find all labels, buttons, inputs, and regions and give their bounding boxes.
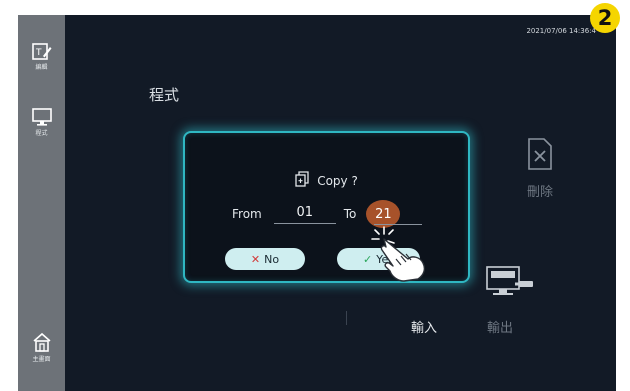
timestamp: 2021/07/06 14:36:4	[526, 27, 596, 35]
export-button[interactable]: 輸出	[487, 317, 513, 336]
home-icon	[31, 331, 53, 353]
page-title: 程式	[149, 86, 180, 104]
sidebar-item-label: 編輯	[35, 64, 48, 71]
app-screen: T 編輯 程式 主畫面 2021/07/06 14:36:4 程式 刪除 輸入 …	[18, 15, 616, 391]
from-field[interactable]: 01	[273, 205, 336, 224]
export-usb-icon[interactable]	[485, 265, 537, 305]
delete-label: 刪除	[526, 185, 553, 200]
import-button[interactable]: 輸入	[411, 317, 437, 336]
copy-icon	[295, 171, 309, 190]
step-badge: 2	[590, 3, 620, 33]
sidebar-item-edit[interactable]: T 編輯	[18, 43, 65, 93]
to-label: To	[343, 207, 357, 221]
sidebar-item-home[interactable]: 主畫面	[18, 331, 65, 381]
edit-icon: T	[31, 43, 52, 61]
monitor-icon	[31, 107, 53, 127]
delete-file-icon	[527, 138, 553, 175]
no-button[interactable]: ✕ No	[225, 248, 305, 270]
sidebar-item-label: 程式	[35, 130, 48, 137]
sidebar-item-label: 主畫面	[32, 356, 51, 363]
dialog-title: Copy ?	[185, 171, 468, 190]
tap-hand-icon	[368, 223, 438, 289]
divider	[346, 311, 347, 325]
close-icon: ✕	[250, 252, 261, 266]
dialog-title-text: Copy ?	[317, 173, 358, 188]
sidebar: T 編輯 程式 主畫面	[18, 15, 65, 391]
from-label: From	[232, 207, 262, 221]
no-label: No	[264, 252, 280, 266]
delete-button[interactable]: 刪除	[520, 137, 560, 200]
svg-text:T: T	[35, 48, 42, 58]
sidebar-item-program[interactable]: 程式	[18, 107, 65, 157]
